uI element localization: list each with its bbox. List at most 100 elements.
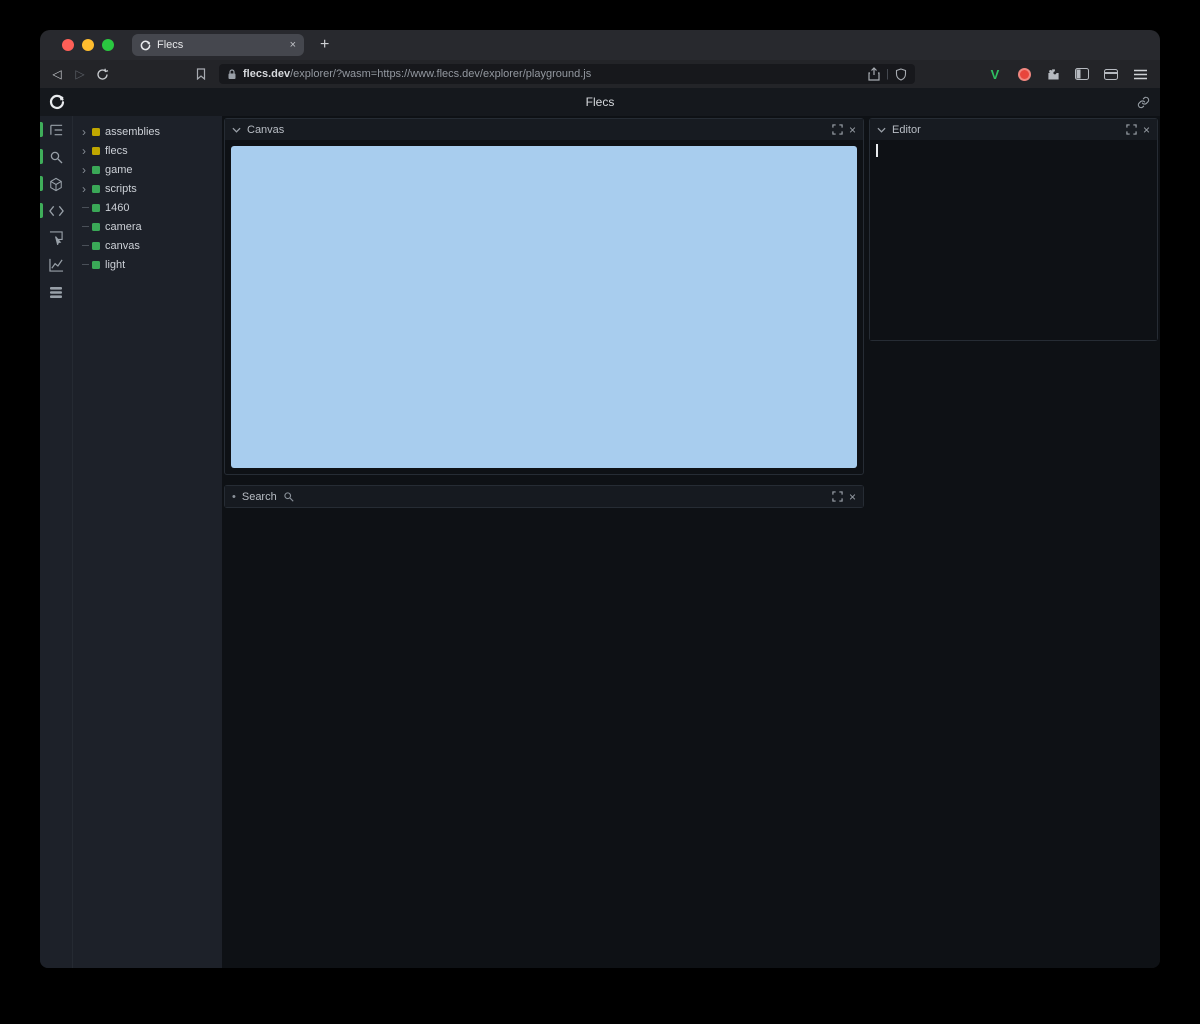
text-cursor: [876, 144, 878, 157]
tree-item-label: flecs: [105, 145, 128, 157]
tree-item[interactable]: › game: [73, 160, 222, 179]
entity-color-square: [92, 166, 100, 174]
extension-v-icon[interactable]: V: [985, 64, 1005, 84]
entity-color-square: [92, 223, 100, 231]
stats-rows-icon[interactable]: [48, 284, 64, 300]
tab-title: Flecs: [157, 39, 183, 51]
tree-guide-line: [82, 207, 92, 208]
panel-title: Editor: [892, 124, 921, 136]
search-sidebar-icon[interactable]: [48, 149, 64, 165]
tree-item[interactable]: camera: [73, 217, 222, 236]
active-indicator: [40, 176, 43, 191]
browser-tab[interactable]: Flecs ×: [132, 34, 304, 56]
app-body: › assemblies › flecs › game › scripts 1460 camera…: [40, 116, 1160, 968]
editor-column: Editor ×: [869, 116, 1160, 968]
url-divider: |: [886, 68, 889, 80]
tree-item[interactable]: light: [73, 255, 222, 274]
expand-panel-icon[interactable]: [1126, 124, 1137, 135]
panel-title: Canvas: [247, 124, 284, 136]
tree-item-label: light: [105, 259, 125, 271]
tree-item[interactable]: 1460: [73, 198, 222, 217]
menu-hamburger-icon[interactable]: [1130, 64, 1150, 84]
tree-item-label: canvas: [105, 240, 140, 252]
forward-button[interactable]: ▷: [73, 68, 87, 80]
close-panel-icon[interactable]: ×: [1143, 124, 1150, 136]
chevron-down-icon[interactable]: [877, 127, 886, 133]
tree-item[interactable]: › assemblies: [73, 122, 222, 141]
expand-panel-icon[interactable]: [832, 124, 843, 135]
link-icon[interactable]: [1137, 96, 1150, 109]
tab-close-icon[interactable]: ×: [290, 40, 296, 51]
url-bar[interactable]: flecs.dev /explorer/?wasm=https://www.fl…: [219, 64, 915, 84]
editor-panel-header[interactable]: Editor ×: [870, 119, 1157, 140]
entity-color-square: [92, 128, 100, 136]
canvas-panel-header[interactable]: Canvas ×: [225, 119, 863, 140]
panel-title: Search: [242, 491, 277, 503]
main-area: Canvas × • Search: [222, 116, 866, 968]
inspect-cursor-icon[interactable]: [48, 230, 64, 246]
tree-item-label: assemblies: [105, 126, 160, 138]
canvas-viewport[interactable]: [231, 146, 857, 468]
search-panel: • Search ×: [224, 485, 864, 508]
canvas-panel: Canvas ×: [224, 118, 864, 475]
zoom-window-button[interactable]: [102, 39, 114, 51]
tree-item[interactable]: › flecs: [73, 141, 222, 160]
browser-nav-bar: ◁ ▷ flecs.dev /explorer/?wasm=https://ww…: [40, 60, 1160, 88]
entity-tree-icon[interactable]: [48, 122, 64, 138]
shield-icon[interactable]: [895, 68, 907, 81]
entity-color-square: [92, 147, 100, 155]
canvas-panel-body: [225, 140, 863, 474]
url-path: /explorer/?wasm=https://www.flecs.dev/ex…: [290, 68, 862, 80]
tree-guide-line: [82, 226, 92, 227]
window-controls: [62, 39, 114, 51]
close-window-button[interactable]: [62, 39, 74, 51]
extensions-puzzle-icon[interactable]: [1043, 64, 1063, 84]
app-header: Flecs: [40, 88, 1160, 116]
lock-icon: [227, 69, 237, 80]
tree-item-label: camera: [105, 221, 142, 233]
expand-chevron-icon[interactable]: ›: [82, 126, 92, 138]
new-tab-button[interactable]: +: [320, 37, 329, 53]
sidebar-toggle-icon[interactable]: [1072, 64, 1092, 84]
bookmark-icon[interactable]: [196, 68, 210, 80]
close-panel-icon[interactable]: ×: [849, 124, 856, 136]
tab-favicon-icon: [140, 40, 151, 51]
tree-guide-line: [82, 245, 92, 246]
entity-color-square: [92, 204, 100, 212]
reload-button[interactable]: [96, 68, 110, 81]
entity-color-square: [92, 261, 100, 269]
entity-tree: › assemblies › flecs › game › scripts 1460 camera…: [72, 116, 222, 968]
line-chart-icon[interactable]: [48, 257, 64, 273]
expand-chevron-icon[interactable]: ›: [82, 164, 92, 176]
browser-tab-bar: Flecs × +: [40, 30, 1160, 60]
entity-color-square: [92, 185, 100, 193]
share-icon[interactable]: [868, 67, 880, 81]
browser-window: Flecs × + ◁ ▷ flecs.dev /explorer/?wasm=…: [40, 30, 1160, 968]
expand-panel-icon[interactable]: [832, 491, 843, 502]
active-indicator: [40, 203, 43, 218]
minimize-window-button[interactable]: [82, 39, 94, 51]
page-title: Flecs: [40, 95, 1160, 109]
tree-item-label: 1460: [105, 202, 129, 214]
active-indicator: [40, 122, 43, 137]
tree-item[interactable]: canvas: [73, 236, 222, 255]
expand-chevron-icon[interactable]: ›: [82, 145, 92, 157]
tree-item[interactable]: › scripts: [73, 179, 222, 198]
extension-dot-icon[interactable]: [1014, 64, 1034, 84]
wallet-card-icon[interactable]: [1101, 64, 1121, 84]
collapsed-indicator-icon[interactable]: •: [232, 491, 236, 503]
tree-item-label: game: [105, 164, 133, 176]
expand-chevron-icon[interactable]: ›: [82, 183, 92, 195]
editor-panel: Editor ×: [869, 118, 1158, 341]
url-domain: flecs.dev: [243, 68, 290, 80]
flecs-explorer-app: Flecs: [40, 88, 1160, 968]
back-button[interactable]: ◁: [50, 68, 64, 80]
editor-body[interactable]: [870, 140, 1157, 340]
active-indicator: [40, 149, 43, 164]
code-icon[interactable]: [48, 203, 64, 219]
cube-icon[interactable]: [48, 176, 64, 192]
tree-item-label: scripts: [105, 183, 137, 195]
search-panel-header[interactable]: • Search ×: [225, 486, 863, 507]
close-panel-icon[interactable]: ×: [849, 491, 856, 503]
chevron-down-icon[interactable]: [232, 127, 241, 133]
